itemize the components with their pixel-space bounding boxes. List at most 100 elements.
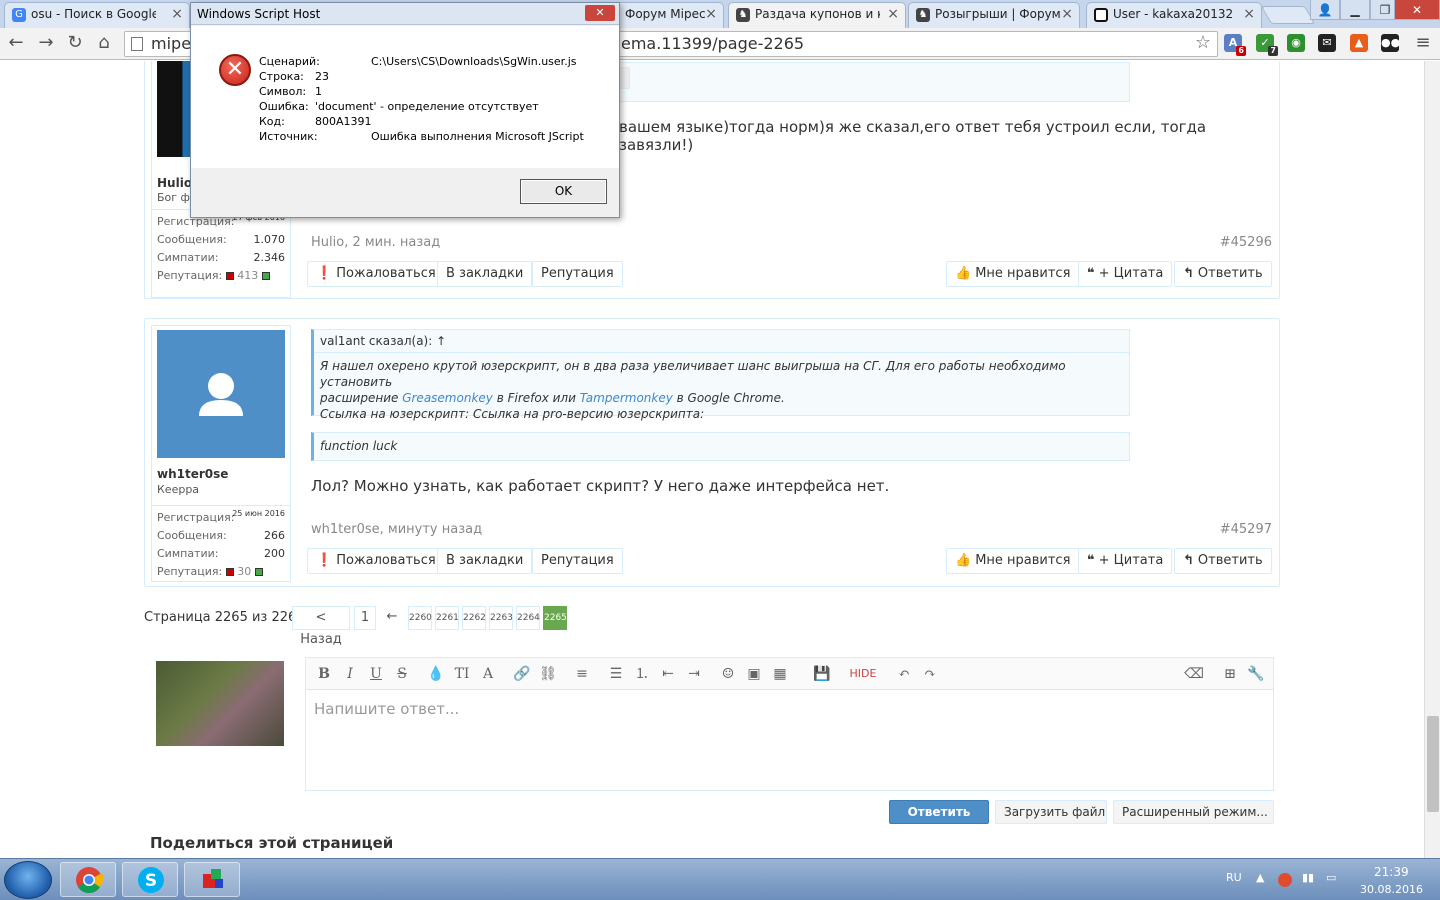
forward-icon[interactable]: → — [34, 32, 58, 56]
skype-taskbar-button[interactable]: S — [122, 862, 178, 897]
submit-reply-button[interactable]: Ответить — [889, 800, 989, 824]
media-icon[interactable]: ▦ — [770, 664, 790, 684]
first-page-button[interactable]: 1 — [354, 606, 376, 630]
quote-button[interactable]: ❝ + Цитата — [1078, 548, 1173, 574]
minimize-button[interactable]: ▁ — [1340, 0, 1370, 20]
page-scrollbar[interactable] — [1424, 61, 1440, 858]
reload-icon[interactable]: ↻ — [63, 32, 87, 56]
reply-editor[interactable]: B I U S 💧 TI A 🔗 ⛓ ≡ ☰ ⒈ ⇤ ⇥ ☺ ▣ ▦ 💾 HID… — [305, 657, 1274, 791]
menu-icon[interactable]: ≡ — [1411, 32, 1435, 56]
tab-close-icon[interactable]: × — [887, 6, 899, 22]
flame-extension-icon[interactable]: ▲ — [1350, 34, 1368, 52]
reputation-button[interactable]: Репутация — [532, 548, 623, 574]
shield-extension-icon[interactable]: ✓ 7 — [1256, 34, 1278, 56]
tray-monitor-icon[interactable]: ▭ — [1326, 871, 1336, 884]
stat-value[interactable]: 266 — [264, 527, 285, 545]
bookmark-button[interactable]: В закладки — [437, 261, 533, 287]
reply-button[interactable]: ↰ Ответить — [1174, 261, 1272, 287]
post-permalink[interactable]: #45296 — [1220, 235, 1272, 250]
avatar[interactable] — [157, 330, 285, 458]
quote-button[interactable]: ❝ + Цитата — [1078, 261, 1173, 287]
advanced-mode-button[interactable]: Расширенный режим... — [1113, 800, 1274, 824]
circle-extension-icon[interactable]: ◉ — [1287, 34, 1305, 52]
page-button[interactable]: 2261 — [435, 606, 459, 630]
tray-expand-icon[interactable]: ▲ — [1256, 871, 1264, 884]
tab-coupons[interactable]: ♞ Раздача купонов и кл × — [728, 2, 906, 28]
tab-close-icon[interactable]: × — [1061, 6, 1073, 22]
tab-user[interactable]: User - kakaxa20132 × — [1086, 2, 1262, 28]
quote-author[interactable]: val1ant сказал(а): ↑ — [314, 330, 1129, 353]
user-icon[interactable]: 👤 — [1310, 0, 1340, 20]
align-icon[interactable]: ≡ — [572, 664, 592, 684]
prev-page-button[interactable]: < Назад — [292, 606, 350, 647]
outdent-icon[interactable]: ⇤ — [658, 664, 678, 684]
strikethrough-icon[interactable]: S — [392, 664, 412, 684]
clock-date[interactable]: 30.08.2016 — [1360, 883, 1423, 896]
mask-extension-icon[interactable]: ●● — [1381, 34, 1400, 52]
page-button[interactable]: 2263 — [489, 606, 513, 630]
tray-network-icon[interactable]: ▮▮ — [1302, 871, 1314, 884]
font-family-icon[interactable]: A — [478, 664, 498, 684]
reputation-button[interactable]: Репутация — [532, 261, 623, 287]
stat-value[interactable]: 1.070 — [254, 231, 286, 249]
current-user-avatar[interactable] — [156, 661, 284, 746]
scrollbar-thumb[interactable] — [1427, 716, 1439, 812]
clock-time[interactable]: 21:39 — [1374, 865, 1409, 879]
tab-close-icon[interactable]: × — [705, 6, 717, 22]
font-size-icon[interactable]: TI — [452, 664, 472, 684]
numbered-list-icon[interactable]: ⒈ — [632, 664, 652, 684]
undo-icon[interactable]: ↶ — [894, 664, 914, 684]
underline-icon[interactable]: U — [366, 664, 386, 684]
start-button[interactable] — [4, 861, 52, 899]
post-permalink[interactable]: #45297 — [1220, 522, 1272, 537]
greasemonkey-link[interactable]: Greasemonkey — [402, 391, 493, 405]
tab-giveaways[interactable]: ♞ Розыгрыши | Форум M × — [908, 2, 1080, 28]
hide-tag-button[interactable]: HIDE — [846, 664, 880, 684]
link-icon[interactable]: 🔗 — [512, 664, 532, 684]
mail-extension-icon[interactable]: ✉ — [1318, 34, 1336, 52]
page-button[interactable]: 2262 — [462, 606, 486, 630]
page-jump-arrow-icon[interactable]: ← — [380, 606, 404, 630]
wrench-icon[interactable]: 🔧 — [1246, 664, 1266, 684]
bullet-list-icon[interactable]: ☰ — [606, 664, 626, 684]
report-button[interactable]: ❗ Пожаловаться — [307, 548, 445, 574]
tampermonkey-link[interactable]: Tampermonkey — [580, 391, 673, 405]
text-color-icon[interactable]: 💧 — [426, 664, 446, 684]
post-meta[interactable]: wh1ter0se, минуту назад — [311, 522, 482, 537]
report-button[interactable]: ❗ Пожаловаться — [307, 261, 445, 287]
tray-app-icon[interactable] — [1278, 873, 1292, 887]
page-button[interactable]: 2264 — [516, 606, 540, 630]
tab-close-icon[interactable]: × — [1243, 6, 1255, 22]
chrome-taskbar-button[interactable] — [60, 862, 116, 897]
post-meta[interactable]: Hulio, 2 мин. назад — [311, 235, 440, 250]
smiley-icon[interactable]: ☺ — [718, 664, 738, 684]
upload-file-button[interactable]: Загрузить файл — [995, 800, 1107, 824]
window-close-button[interactable]: ✕ — [1394, 0, 1440, 20]
reply-placeholder[interactable]: Напишите ответ... — [314, 700, 459, 718]
indent-icon[interactable]: ⇥ — [684, 664, 704, 684]
save-draft-icon[interactable]: 💾 — [812, 664, 832, 684]
bookmark-star-icon[interactable]: ☆ — [1195, 32, 1211, 55]
reply-button[interactable]: ↰ Ответить — [1174, 548, 1272, 574]
redo-icon[interactable]: ↷ — [920, 664, 940, 684]
tab-close-icon[interactable]: × — [171, 6, 183, 22]
like-button[interactable]: 👍 Мне нравится — [946, 548, 1080, 574]
bold-icon[interactable]: B — [314, 664, 334, 684]
current-page-button[interactable]: 2265 — [543, 606, 567, 630]
username[interactable]: Hulio — [157, 176, 192, 190]
expand-icon[interactable]: ⊞ — [1220, 664, 1240, 684]
eraser-icon[interactable]: ⌫ — [1184, 664, 1204, 684]
unlink-icon[interactable]: ⛓ — [538, 664, 558, 684]
ok-button[interactable]: OK — [520, 179, 607, 204]
tab-google-search[interactable]: G osu - Поиск в Google × — [4, 2, 190, 28]
language-indicator[interactable]: RU — [1226, 871, 1242, 884]
new-tab-button[interactable] — [1260, 6, 1316, 24]
username[interactable]: wh1ter0se — [157, 467, 228, 481]
like-button[interactable]: 👍 Мне нравится — [946, 261, 1080, 287]
image-icon[interactable]: ▣ — [744, 664, 764, 684]
italic-icon[interactable]: I — [340, 664, 360, 684]
script-host-taskbar-button[interactable] — [184, 862, 240, 897]
home-icon[interactable]: ⌂ — [92, 32, 116, 56]
bookmark-button[interactable]: В закладки — [437, 548, 533, 574]
back-icon[interactable]: ← — [4, 32, 28, 56]
